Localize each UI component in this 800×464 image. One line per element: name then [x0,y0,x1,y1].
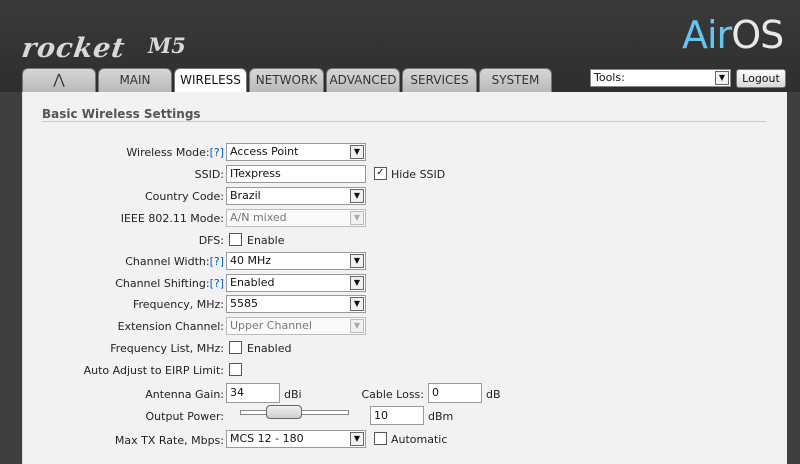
chevron-down-icon[interactable]: ▼ [350,432,364,446]
logout-button[interactable]: Logout [736,69,786,88]
cable-loss-unit: dB [486,388,501,401]
ieee-mode-value: A/N mixed [230,211,287,224]
chevron-down-icon[interactable]: ▼ [350,297,364,311]
hide-ssid-checkbox[interactable]: ✓ [374,167,387,180]
output-power-input[interactable]: 10 [370,406,424,425]
extension-channel-select: Upper Channel ▼ [226,317,366,335]
tools-label: Tools: [594,71,625,84]
chevron-down-icon[interactable]: ▼ [350,189,364,203]
frequency-select[interactable]: 5585 ▼ [226,295,366,313]
output-power-label: Output Power: [145,410,224,423]
extension-channel-value: Upper Channel [230,319,312,332]
frequency-label: Frequency, MHz: [132,298,224,311]
country-code-value: Brazil [230,189,261,202]
ssid-label: SSID: [194,168,224,181]
channel-shifting-label: Channel Shifting:[?] [100,277,224,290]
hide-ssid-label: Hide SSID [391,168,446,181]
chevron-down-icon[interactable]: ▼ [715,71,729,85]
auto-adjust-checkbox[interactable] [229,363,242,376]
airos-logo-suffix: OS [731,13,784,57]
extension-channel-label: Extension Channel: [117,320,224,333]
tab-main[interactable]: MAIN [98,68,172,92]
output-power-unit: dBm [428,410,454,423]
wireless-mode-label: Wireless Mode:[?] [100,146,224,159]
channel-width-select[interactable]: 40 MHz ▼ [226,252,366,270]
automatic-checkbox[interactable] [374,432,387,445]
wireless-mode-select[interactable]: Access Point ▼ [226,143,366,161]
tab-bar: ⋀ MAIN WIRELESS NETWORK ADVANCED SERVICE… [22,68,554,93]
brand-model: M5 [148,33,186,58]
frequency-list-checkbox[interactable] [229,341,242,354]
chevron-down-icon[interactable]: ▼ [350,276,364,290]
dfs-checkbox[interactable] [229,233,242,246]
section-title: Basic Wireless Settings [42,107,201,121]
antenna-gain-input[interactable]: 34 [226,383,280,403]
max-tx-rate-select[interactable]: MCS 12 - 180 ▼ [226,430,366,448]
automatic-label: Automatic [391,433,448,446]
max-tx-rate-label: Max TX Rate, Mbps: [114,434,224,447]
airos-logo: AirOS [682,13,784,57]
country-code-label: Country Code: [144,190,224,203]
tools-select[interactable]: Tools: ▼ [590,69,731,87]
antenna-gain-unit: dBi [284,388,302,401]
channel-shifting-label-text: Channel Shifting: [115,277,210,290]
ieee-mode-select: A/N mixed ▼ [226,209,366,227]
channel-shifting-value: Enabled [230,276,275,289]
wireless-mode-label-text: Wireless Mode: [126,146,210,159]
brand-name: rocket [19,33,128,64]
tab-network[interactable]: NETWORK [249,68,324,92]
ubiquiti-logo-icon: ⋀ [53,72,65,88]
chevron-down-icon: ▼ [350,211,364,225]
frequency-list-enabled-label: Enabled [247,342,292,355]
tab-services[interactable]: SERVICES [402,68,477,92]
output-power-slider-handle[interactable] [266,405,302,419]
chevron-down-icon[interactable]: ▼ [350,254,364,268]
ieee-mode-label: IEEE 802.11 Mode: [120,212,224,225]
wireless-mode-value: Access Point [230,145,299,158]
frequency-list-label: Frequency List, MHz: [110,342,224,355]
chevron-down-icon[interactable]: ▼ [350,145,364,159]
tab-ubnt-logo[interactable]: ⋀ [22,68,96,92]
channel-width-label-text: Channel Width: [125,255,210,268]
country-code-select[interactable]: Brazil ▼ [226,187,366,205]
frequency-value: 5585 [230,297,258,310]
header-bar: rocket M5 AirOS ⋀ MAIN WIRELESS NETWORK … [0,0,800,93]
chevron-down-icon: ▼ [350,319,364,333]
help-link[interactable]: [?] [210,255,224,268]
airos-logo-prefix: Air [682,13,732,57]
dfs-enable-label: Enable [247,234,285,247]
channel-width-value: 40 MHz [230,254,272,267]
cable-loss-input[interactable]: 0 [428,383,482,403]
help-link[interactable]: [?] [210,277,224,290]
channel-shifting-select[interactable]: Enabled ▼ [226,274,366,292]
help-link[interactable]: [?] [210,146,224,159]
tab-system[interactable]: SYSTEM [479,68,552,92]
tab-advanced[interactable]: ADVANCED [326,68,400,92]
section-divider [42,121,766,122]
max-tx-rate-value: MCS 12 - 180 [230,432,304,445]
ssid-input[interactable]: ITexpress [226,165,366,183]
channel-width-label: Channel Width:[?] [100,255,224,268]
tab-wireless[interactable]: WIRELESS [174,68,247,93]
cable-loss-label: Cable Loss: [361,388,424,401]
dfs-label: DFS: [198,234,224,247]
auto-adjust-label: Auto Adjust to EIRP Limit: [83,364,224,377]
antenna-gain-label: Antenna Gain: [145,388,224,401]
